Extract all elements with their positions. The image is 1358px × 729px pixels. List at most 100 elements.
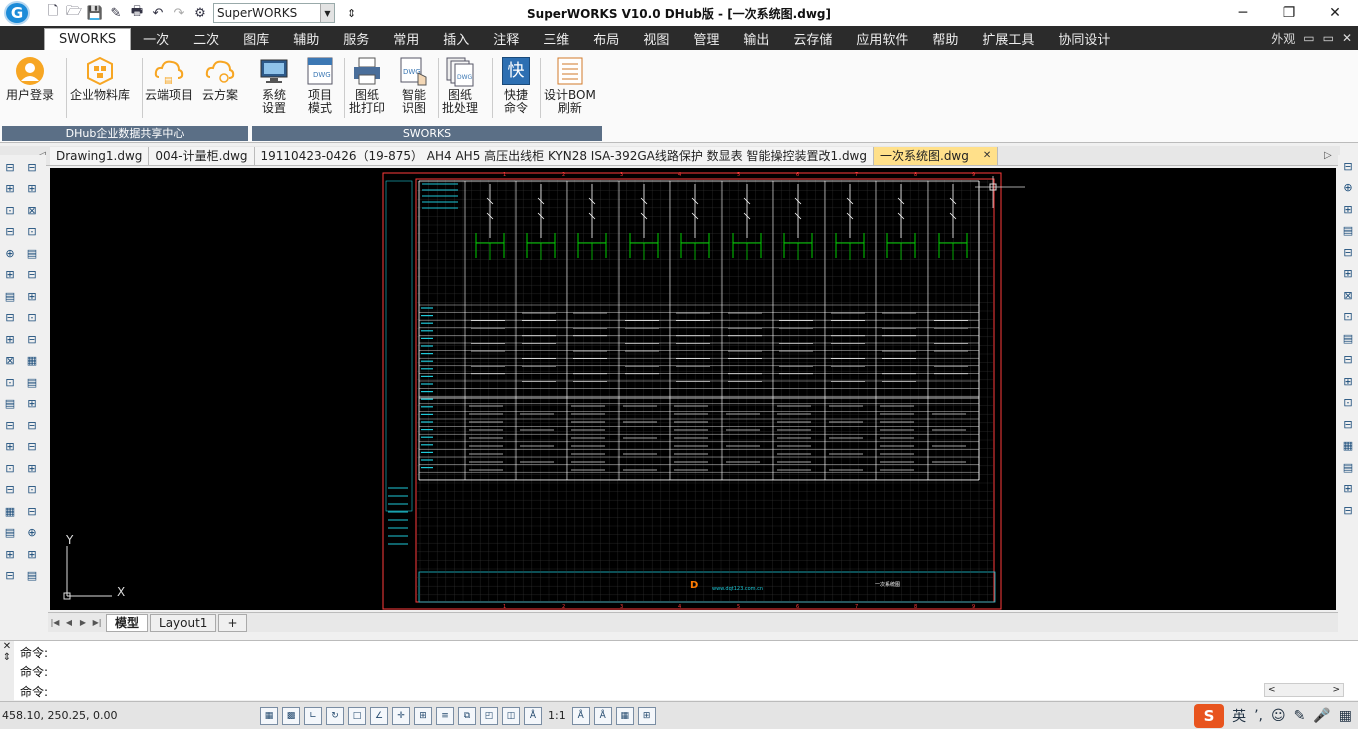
menu-item[interactable]: 图库	[231, 26, 281, 50]
menu-item[interactable]: 云存储	[781, 26, 844, 50]
last-layout-icon[interactable]: ▶|	[90, 618, 104, 627]
breaker-icon[interactable]: ⊕	[1, 244, 19, 262]
label-icon[interactable]: ⊟	[1339, 351, 1357, 369]
breaker-icon[interactable]: ⊕	[1339, 179, 1357, 197]
ribbon-restore-icon[interactable]: ▭	[1323, 31, 1334, 45]
layer-icon[interactable]: ▤	[23, 373, 41, 391]
doc-tab[interactable]: Drawing1.dwg	[50, 146, 150, 165]
bom-refresh-button[interactable]: 设计BOM 刷新	[544, 55, 596, 115]
lineweight-icon[interactable]: ≡	[436, 706, 454, 725]
ribbon-close-icon[interactable]: ✕	[1342, 31, 1352, 45]
menu-item[interactable]: 常用	[381, 26, 431, 50]
contact-icon[interactable]: ⊡	[1, 373, 19, 391]
block-icon[interactable]: ⊞	[1339, 480, 1357, 498]
menu-item[interactable]: 应用软件	[844, 26, 920, 50]
block-icon[interactable]: ⊞	[23, 395, 41, 413]
switch-icon[interactable]: ⊞	[1339, 265, 1357, 283]
menu-item[interactable]: 二次	[181, 26, 231, 50]
microphone-icon[interactable]: 🎤	[1313, 708, 1330, 724]
menu-item[interactable]: 一次	[131, 26, 181, 50]
contact-icon[interactable]: ⊡	[1339, 308, 1357, 326]
user-login-button[interactable]: 用户登录	[6, 55, 54, 102]
new-file-icon[interactable]: 🗋	[44, 4, 62, 22]
wire-icon[interactable]: ⊡	[23, 481, 41, 499]
symbol-icon[interactable]: ⊟	[1, 567, 19, 585]
breaker-icon[interactable]: ⊕	[23, 524, 41, 542]
polar-tracking-icon[interactable]: ↻	[326, 706, 344, 725]
handwriting-icon[interactable]: ✎	[1294, 708, 1306, 724]
cloud-plan-button[interactable]: 云方案	[202, 55, 238, 102]
quick-command-button[interactable]: 快 快捷 命令	[500, 55, 532, 115]
relay-icon[interactable]: ⊞	[1339, 200, 1357, 218]
print-icon[interactable]: 🖶	[128, 4, 146, 22]
terminal-icon[interactable]: ⊞	[23, 459, 41, 477]
menu-item[interactable]: 辅助	[281, 26, 331, 50]
lock-ui-icon[interactable]: ⊞	[637, 706, 656, 725]
report-icon[interactable]: ⊟	[23, 330, 41, 348]
auto-scale-icon[interactable]: Å	[593, 706, 612, 725]
menu-item[interactable]: 扩展工具	[970, 26, 1046, 50]
ime-punct[interactable]: ’,	[1254, 708, 1263, 724]
list-icon[interactable]: ⊡	[1, 459, 19, 477]
meter-icon[interactable]: ▤	[23, 567, 41, 585]
menu-item[interactable]: 注释	[481, 26, 531, 50]
cable-icon[interactable]: ▤	[1, 395, 19, 413]
report-icon[interactable]: ⊟	[1339, 415, 1357, 433]
ime-mode[interactable]: 英	[1232, 706, 1246, 726]
transformer-icon[interactable]: ⊟	[23, 158, 41, 176]
close-tab-icon[interactable]: ✕	[983, 150, 991, 161]
snap-tracking-icon[interactable]: ∠	[370, 706, 388, 725]
ime-logo-icon[interactable]: S	[1194, 704, 1225, 728]
undo-icon[interactable]: ↶	[149, 4, 167, 22]
block-icon[interactable]: ⊞	[1, 545, 19, 563]
switch-icon[interactable]: ⊞	[1, 330, 19, 348]
menu-item[interactable]: 管理	[681, 26, 731, 50]
symbol-icon[interactable]: ⊟	[1339, 501, 1357, 519]
menu-item[interactable]: 视图	[631, 26, 681, 50]
table-icon[interactable]: ⊞	[1339, 372, 1357, 390]
close-button[interactable]: ✕	[1312, 0, 1358, 26]
list-icon[interactable]: ⊡	[1339, 394, 1357, 412]
panel-icon[interactable]: ⊟	[1339, 157, 1357, 175]
selection-cycling-icon[interactable]: ◰	[480, 706, 498, 725]
minimize-button[interactable]: ─	[1220, 0, 1266, 26]
menu-item[interactable]: 输出	[731, 26, 781, 50]
prev-layout-icon[interactable]: ◀	[62, 618, 76, 627]
first-layout-icon[interactable]: |◀	[48, 618, 62, 627]
command-window-handle[interactable]: ✕ ⇕	[0, 641, 14, 701]
materials-button[interactable]: 企业物料库	[70, 55, 130, 102]
scroll-right-icon[interactable]: >	[1332, 685, 1340, 695]
next-layout-icon[interactable]: ▶	[76, 618, 90, 627]
doc-tab[interactable]: 19110423-0426（19-875） AH4 AH5 高压出线柜 KYN2…	[254, 146, 874, 165]
save-icon[interactable]: 💾	[86, 4, 104, 22]
symbol-icon[interactable]: ⊟	[23, 416, 41, 434]
contact-icon[interactable]: ⊡	[23, 223, 41, 241]
menu-item[interactable]: 布局	[581, 26, 631, 50]
system-settings-button[interactable]: 系统 设置	[258, 55, 290, 115]
drawing-canvas[interactable]: 1 1 2 2 3 3 4 4 5 5 6 6 7 7 8 8 9 9 D www.dqt123.com.cn 一…	[50, 168, 1336, 610]
fuse-icon[interactable]: ⊠	[1339, 286, 1357, 304]
menu-item[interactable]: 服务	[331, 26, 381, 50]
cloud-project-button[interactable]: ▤ 云端项目	[145, 55, 193, 102]
batch-print-button[interactable]: 图纸 批打印	[349, 55, 385, 115]
table-icon[interactable]: ⊞	[1, 438, 19, 456]
ortho-icon[interactable]: ∟	[304, 706, 322, 725]
doc-tab[interactable]: 004-计量柜.dwg	[149, 146, 255, 165]
appearance-menu[interactable]: 外观	[1271, 30, 1295, 47]
tab-model[interactable]: 模型	[106, 613, 149, 632]
save-as-icon[interactable]: ✎	[107, 4, 125, 22]
fuse-icon[interactable]: ⊠	[1, 352, 19, 370]
menu-item[interactable]: 帮助	[920, 26, 970, 50]
command-scrollbar[interactable]: < >	[1264, 683, 1344, 697]
menu-item[interactable]: 协同设计	[1046, 26, 1122, 50]
batch-process-button[interactable]: DWG 图纸 批处理	[442, 55, 478, 115]
fuse-icon[interactable]: ⊠	[23, 201, 41, 219]
object-snap-icon[interactable]: □	[348, 706, 366, 725]
workspace-icon[interactable]: ⚙	[191, 4, 209, 22]
annotation-visibility-icon[interactable]: Å	[571, 706, 590, 725]
layer-icon[interactable]: ▤	[1339, 458, 1357, 476]
annotation-scale-icon[interactable]: Å	[524, 706, 542, 725]
component-icon[interactable]: ⊟	[1, 158, 19, 176]
snap-grid-icon[interactable]: ▦	[260, 706, 278, 725]
workspace-select[interactable]: SuperWORKS ▼	[213, 3, 335, 23]
